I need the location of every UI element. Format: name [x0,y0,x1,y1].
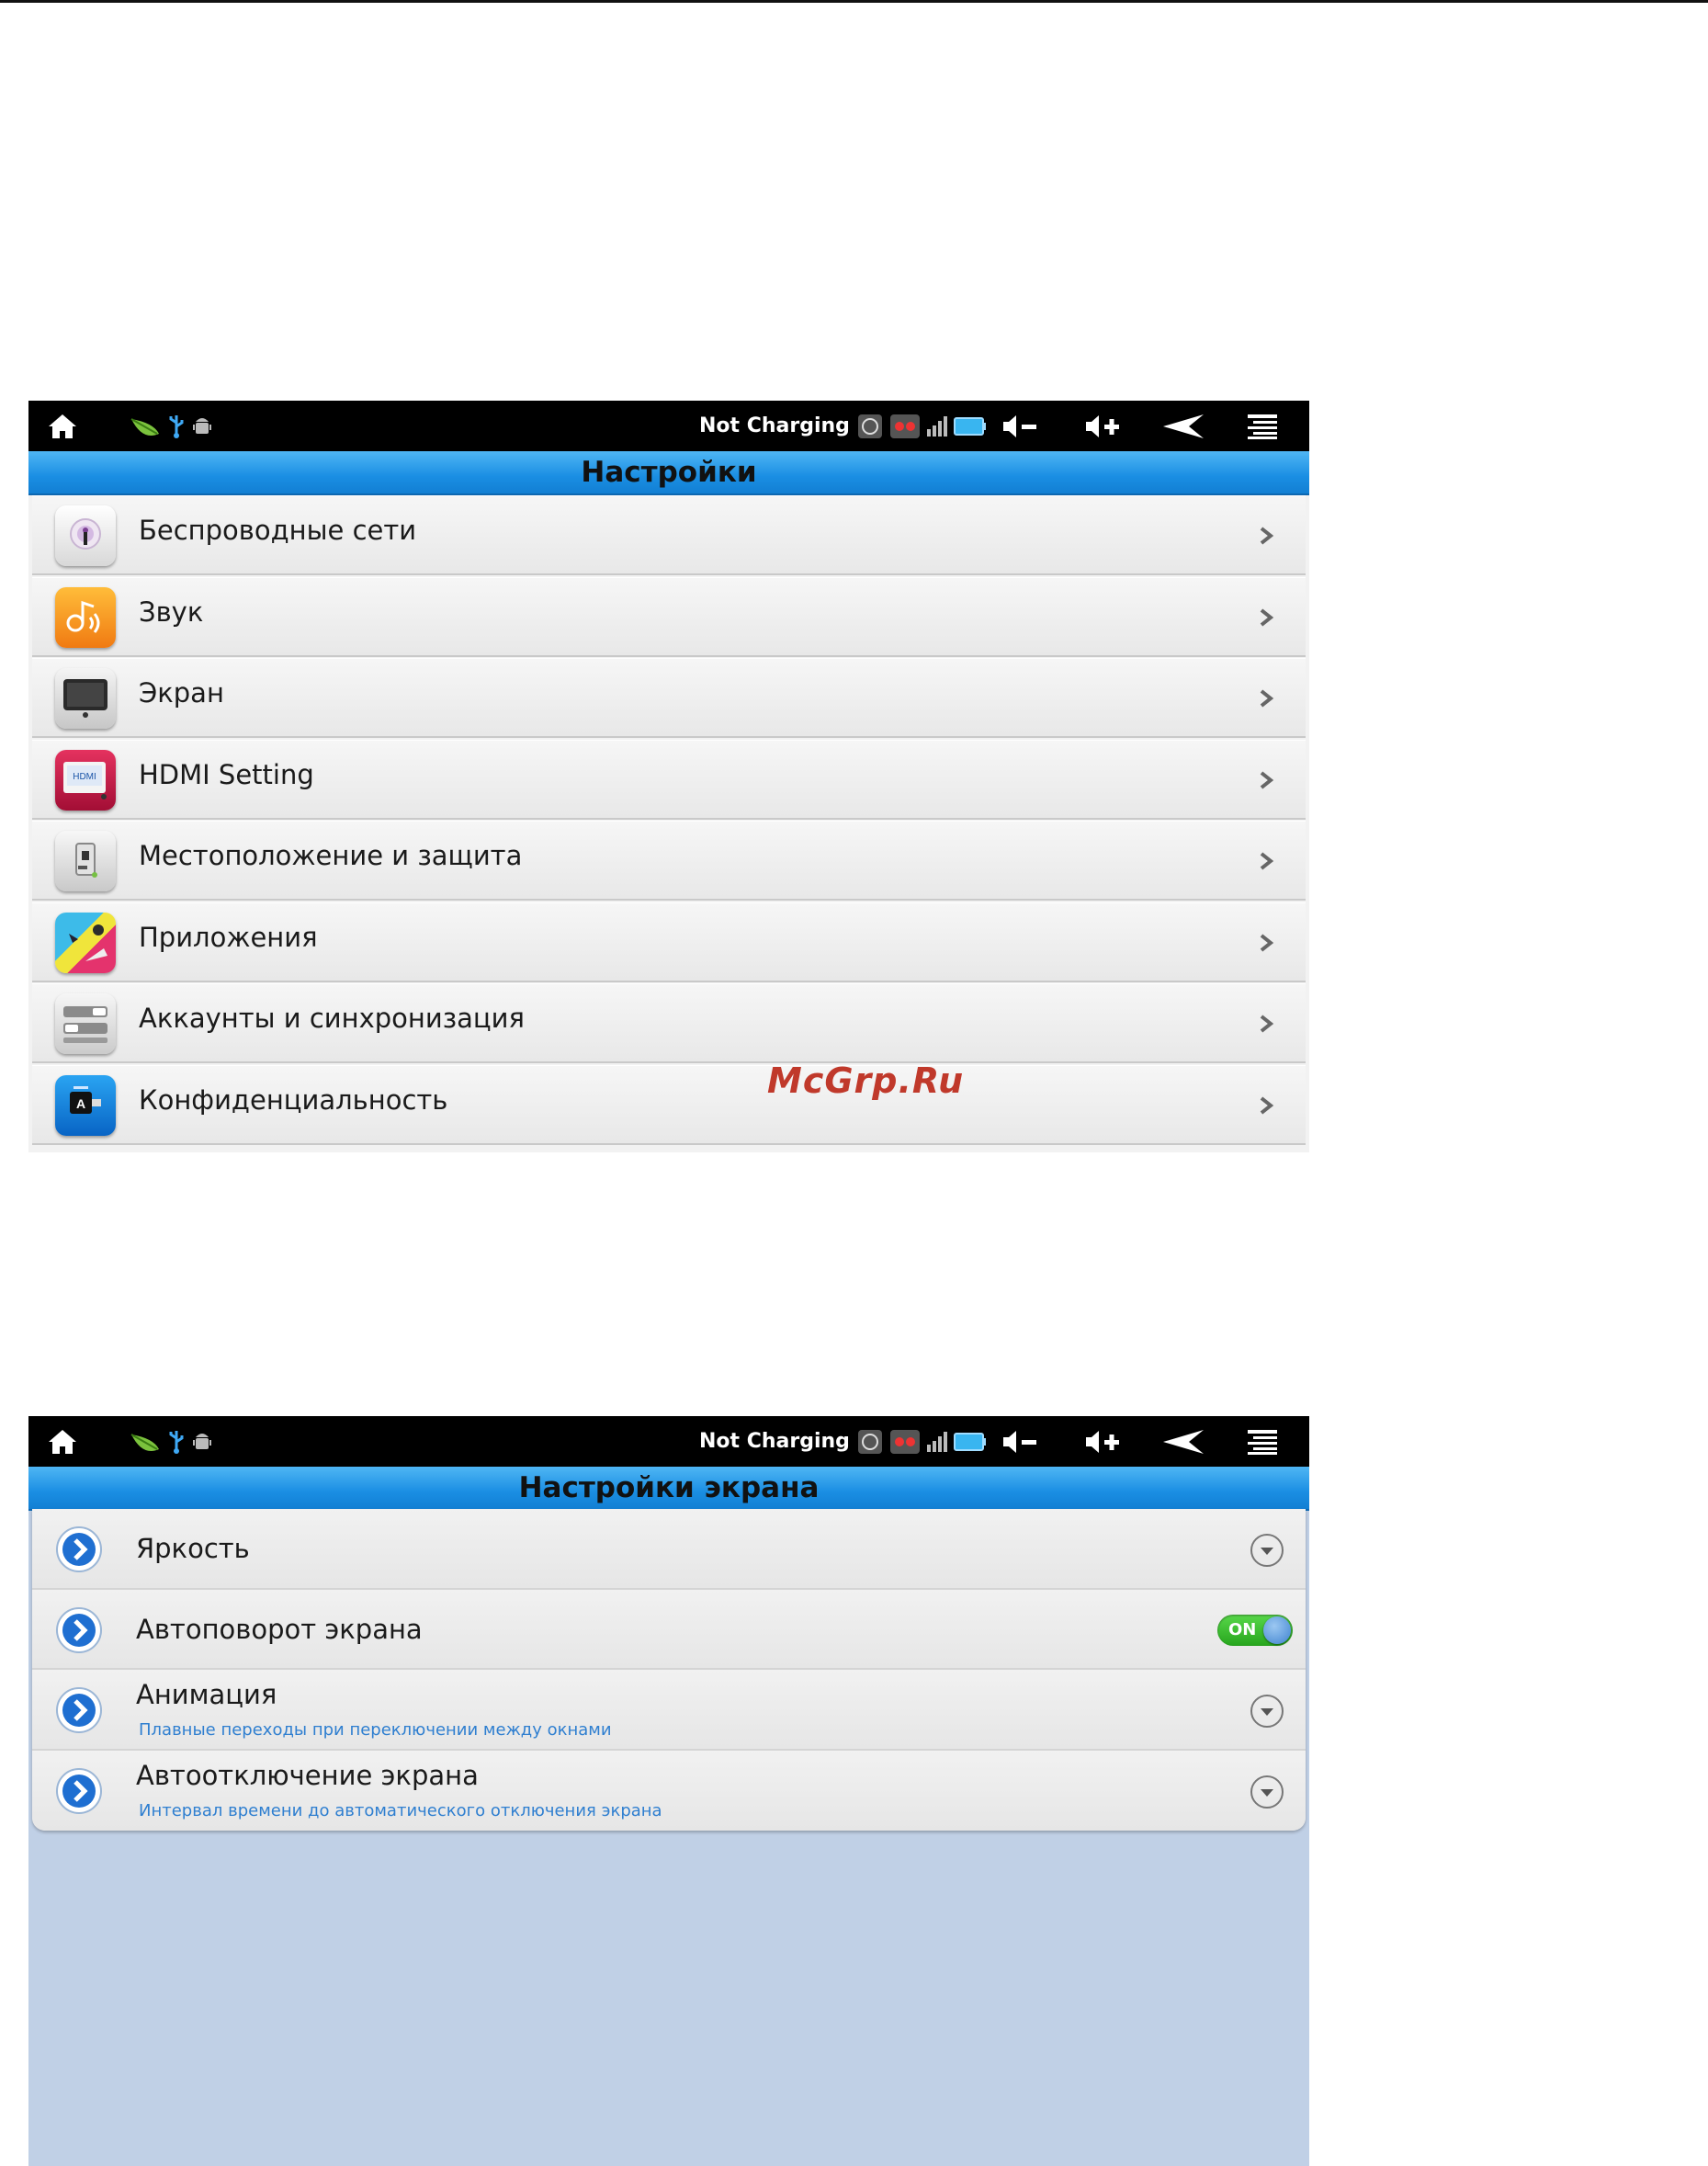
setting-description: Интервал времени до автоматического откл… [139,1800,662,1820]
setting-label: Яркость [136,1533,250,1564]
display-icon [55,668,116,729]
accounts-sync-icon [55,993,116,1054]
signal-icon [927,415,947,437]
setting-description: Плавные переходы при переключении между … [139,1720,612,1740]
chevron-right-icon [1260,607,1274,627]
applications-icon [55,912,116,973]
settings-screen: Not Charging Настройки Беспроводные сети… [28,401,1309,1152]
title-bar: Настройки экрана [28,1467,1309,1511]
hdmi-icon-text: HDMI [73,772,96,782]
settings-item-label: Беспроводные сети [139,515,417,546]
setting-label: Анимация [136,1679,277,1710]
settings-item-sound[interactable]: Звук [32,576,1306,657]
settings-item-label: Аккаунты и синхронизация [139,1003,525,1034]
battery-icon [954,416,986,436]
arrow-right-circle-icon [56,1526,102,1572]
battery-icon [954,1432,986,1451]
title-bar: Настройки [28,451,1309,495]
alarm-icon [858,1429,882,1454]
notification-leaf-icon [130,1433,159,1451]
volume-up-icon[interactable] [1078,1416,1129,1467]
privacy-icon: A [55,1074,116,1136]
settings-item-label: Звук [139,595,204,628]
chevron-right-icon [1260,933,1274,952]
settings-item-wireless[interactable]: Беспроводные сети [32,495,1306,575]
chevron-right-icon [1260,689,1274,708]
sound-icon [55,586,116,648]
volume-down-icon[interactable] [995,401,1046,451]
volume-up-icon[interactable] [1078,401,1129,451]
page-title: Настройки [581,456,757,489]
settings-item-accounts-sync[interactable]: Аккаунты и синхронизация [32,983,1306,1063]
notification-icons [120,1416,221,1467]
setting-animation[interactable]: Анимация Плавные переходы при переключен… [32,1670,1306,1751]
watermark: McGrp.Ru [767,1060,965,1101]
charging-status: Not Charging [699,1430,850,1453]
usb-icon [169,414,184,438]
back-icon[interactable] [1154,401,1213,451]
home-icon[interactable] [41,401,84,451]
menu-icon[interactable] [1239,401,1285,451]
status-indicators [843,1416,1000,1467]
wireless-icon [55,505,116,566]
android-debug-icon [193,417,211,434]
settings-item-label: Экран [139,677,224,709]
setting-label: Автоотключение экрана [136,1759,479,1791]
settings-list: Беспроводные сети Звук Экран HDMI HDMI S… [32,495,1306,1146]
setting-label: Автоповорот экрана [136,1613,423,1645]
arrow-right-circle-icon [56,1606,102,1653]
dropdown-arrow-icon[interactable] [1249,1532,1285,1569]
alarm-icon [858,414,882,438]
arrow-right-circle-icon [56,1767,102,1814]
chevron-right-icon [1260,527,1274,545]
home-icon[interactable] [41,1416,84,1467]
setting-brightness[interactable]: Яркость [32,1509,1306,1590]
dropdown-arrow-icon[interactable] [1249,1774,1285,1810]
menu-icon[interactable] [1239,1416,1285,1467]
auto-rotate-toggle[interactable]: ON [1217,1614,1293,1646]
toggle-knob [1263,1616,1291,1644]
page-top-rule [0,0,1708,3]
status-bar: Not Charging [28,401,1309,451]
volume-down-icon[interactable] [995,1416,1046,1467]
android-debug-icon [193,1433,211,1449]
usb-icon [169,1430,184,1454]
settings-item-label: Конфиденциальность [139,1083,448,1116]
status-bar: Not Charging [28,1416,1309,1467]
vpn-icon [890,414,920,438]
signal-icon [927,1431,947,1452]
toggle-label: ON [1228,1619,1257,1639]
settings-item-applications[interactable]: Приложения [32,902,1306,982]
chevron-right-icon [1260,1015,1274,1033]
privacy-icon-text: A [76,1096,85,1111]
hdmi-icon: HDMI [55,749,116,811]
chevron-right-icon [1260,1095,1274,1115]
display-settings-list: Яркость Автоповорот экрана ON Анимация П… [32,1509,1306,1831]
notification-icons [120,401,221,451]
notification-leaf-icon [130,417,159,436]
settings-item-label: Приложения [139,921,318,953]
display-settings-screen: Not Charging Настройки экрана Яркость Ав… [28,1416,1309,2166]
chevron-right-icon [1260,852,1274,870]
arrow-right-circle-icon [56,1687,102,1733]
settings-item-label: HDMI Setting [139,758,314,790]
charging-status: Not Charging [699,414,850,437]
dropdown-arrow-icon[interactable] [1249,1693,1285,1729]
chevron-right-icon [1260,770,1274,789]
location-security-icon [55,831,116,891]
settings-item-location-security[interactable]: Местоположение и защита [32,821,1306,901]
vpn-icon [890,1429,920,1454]
setting-auto-rotate[interactable]: Автоповорот экрана ON [32,1589,1306,1670]
settings-item-hdmi[interactable]: HDMI HDMI Setting [32,739,1306,820]
settings-item-label: Местоположение и защита [139,840,523,871]
setting-screen-timeout[interactable]: Автоотключение экрана Интервал времени д… [32,1750,1306,1831]
settings-item-display[interactable]: Экран [32,658,1306,738]
status-indicators [843,401,1000,451]
settings-item-privacy[interactable]: A Конфиденциальность [32,1064,1306,1145]
page-title: Настройки экрана [518,1471,820,1504]
back-icon[interactable] [1154,1416,1213,1467]
